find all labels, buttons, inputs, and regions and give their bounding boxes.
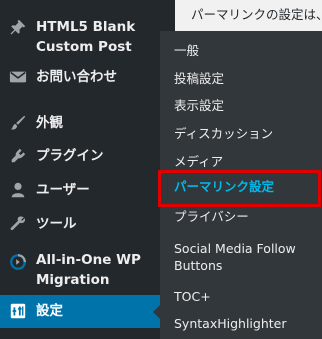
submenu-item-writing[interactable]: 投稿設定 [160, 67, 322, 93]
submenu-item-discussion[interactable]: ディスカッション [160, 122, 322, 148]
settings-submenu: 一般 投稿設定 表示設定 ディスカッション メディア パーマリンク設定 プライバ… [158, 31, 322, 339]
menu-label: プラグイン [36, 148, 104, 164]
menu-item-all-in-one-wp-migration[interactable]: All-in-One WP Migration [0, 247, 160, 293]
page-content: パーマリンクの設定は、 [175, 0, 322, 31]
settings-icon [10, 303, 26, 319]
menu-label: 外観 [36, 115, 63, 131]
menu-label: ツール [36, 216, 77, 232]
submenu-label: パーマリンク設定 [174, 179, 275, 194]
submenu-item-general[interactable]: 一般 [160, 39, 322, 65]
menu-label: ユーザー [36, 182, 90, 198]
submenu-item-permalink[interactable]: パーマリンク設定 [158, 170, 321, 207]
menu-item-plugins[interactable]: プラグイン [0, 140, 160, 174]
menu-label: お問い合わせ [36, 69, 117, 85]
submenu-label: 投稿設定 [174, 71, 225, 86]
submenu-label: プライバシー [174, 209, 249, 224]
submenu-label: メディア [174, 154, 224, 169]
menu-item-appearance[interactable]: 外観 [0, 107, 160, 141]
submenu-item-toc-plus[interactable]: TOC+ [160, 285, 322, 311]
wrench-icon [10, 216, 26, 231]
submenu-label: SyntaxHighlighter [174, 316, 287, 331]
submenu-pointer-arrow [153, 305, 160, 319]
submenu-item-syntaxhighlighter[interactable]: SyntaxHighlighter [160, 312, 322, 338]
submenu-label: 表示設定 [174, 98, 225, 113]
menu-label: 設定 [36, 303, 63, 319]
submenu-label: ディスカッション [174, 126, 274, 141]
plugin-icon [11, 148, 26, 163]
pin-icon [10, 19, 26, 35]
submenu-label: Social Media Follow Buttons [174, 241, 296, 273]
submenu-label: 一般 [174, 43, 200, 58]
menu-item-html5-blank-custom-post[interactable]: HTML5 Blank Custom Post [0, 14, 160, 62]
menu-label: HTML5 Blank Custom Post [36, 19, 136, 55]
mail-icon [9, 71, 27, 83]
menu-label: All-in-One WP Migration [36, 252, 141, 288]
admin-menu: HTML5 Blank Custom Post お問い合わせ 外観 プラグイン … [0, 0, 160, 339]
menu-item-tools[interactable]: ツール [0, 208, 160, 242]
submenu-item-social-media-follow-buttons[interactable]: Social Media Follow Buttons [160, 237, 322, 273]
menu-item-contact[interactable]: お問い合わせ [0, 62, 160, 96]
submenu-item-reading[interactable]: 表示設定 [160, 94, 322, 120]
menu-item-settings[interactable]: 設定 [0, 295, 160, 328]
paintbrush-icon [10, 115, 26, 130]
migration-icon [10, 254, 26, 270]
menu-item-users[interactable]: ユーザー [0, 174, 160, 208]
user-icon [11, 182, 25, 198]
content-text: パーマリンクの設定は、 [191, 7, 322, 22]
submenu-label: TOC+ [174, 289, 211, 304]
submenu-item-privacy[interactable]: プライバシー [160, 205, 322, 231]
